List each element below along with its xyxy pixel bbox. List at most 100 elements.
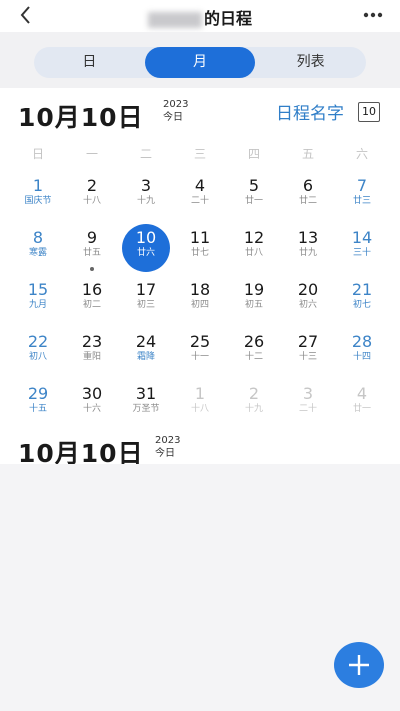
list-year: 2023 <box>155 435 181 446</box>
day-cell[interactable]: 13 廿九 <box>281 223 335 275</box>
day-cell[interactable]: 15 九月 <box>11 275 65 327</box>
day-number: 4 <box>356 384 368 403</box>
day-number: 17 <box>135 280 157 299</box>
lunar-label: 初七 <box>352 300 371 310</box>
day-cell[interactable]: 26 十二 <box>227 327 281 379</box>
day-cell[interactable]: 1 十八 <box>173 379 227 431</box>
day-cell[interactable]: 28 十四 <box>335 327 389 379</box>
tab-list[interactable]: 列表 <box>255 47 366 78</box>
day-cell[interactable]: 9 廿五 <box>65 223 119 275</box>
day-cell[interactable]: 8 寒露 <box>11 223 65 275</box>
day-cell[interactable]: 3 十九 <box>119 171 173 223</box>
weekday-label: 日 <box>31 147 44 161</box>
current-date: 10月10日 <box>18 103 144 132</box>
day-number: 6 <box>302 176 314 195</box>
day-cell[interactable]: 25 十一 <box>173 327 227 379</box>
list-today-label: 今日 <box>155 448 175 459</box>
lunar-label: 三十 <box>352 248 371 258</box>
day-cell[interactable]: 14 三十 <box>335 223 389 275</box>
day-cell[interactable]: 24 霜降 <box>119 327 173 379</box>
day-cell[interactable]: 11 廿七 <box>173 223 227 275</box>
tab-month[interactable]: 月 <box>144 47 256 78</box>
more-dots-icon <box>363 12 383 18</box>
day-cell[interactable]: 16 初二 <box>65 275 119 327</box>
day-cell[interactable]: 10 廿六 <box>119 223 173 275</box>
day-cell[interactable]: 2 十八 <box>65 171 119 223</box>
day-cell[interactable]: 7 廿三 <box>335 171 389 223</box>
lunar-label: 廿二 <box>298 196 317 206</box>
day-cell[interactable]: 20 初六 <box>281 275 335 327</box>
day-cell[interactable]: 2 十九 <box>227 379 281 431</box>
day-number: 24 <box>135 332 157 351</box>
day-number: 7 <box>356 176 368 195</box>
day-cell[interactable]: 3 二十 <box>281 379 335 431</box>
lunar-label: 霜降 <box>136 352 155 362</box>
day-cell[interactable]: 18 初四 <box>173 275 227 327</box>
day-cell[interactable]: 12 廿八 <box>227 223 281 275</box>
lunar-label: 廿三 <box>352 196 371 206</box>
day-cell[interactable]: 6 廿二 <box>281 171 335 223</box>
lunar-label: 初四 <box>190 300 209 310</box>
day-number: 31 <box>135 384 157 403</box>
day-number: 5 <box>248 176 260 195</box>
plus-icon <box>349 655 369 675</box>
current-year-block: 2023 今日 <box>163 98 188 124</box>
day-number: 29 <box>27 384 49 403</box>
lunar-label: 廿八 <box>244 248 263 258</box>
day-cell[interactable]: 22 初八 <box>11 327 65 379</box>
day-cell[interactable]: 4 廿一 <box>335 379 389 431</box>
day-number: 4 <box>194 176 206 195</box>
lunar-label: 十六 <box>82 404 101 414</box>
lunar-label: 二十 <box>298 404 317 414</box>
day-number: 10 <box>135 228 157 247</box>
day-cell[interactable]: 21 初七 <box>335 275 389 327</box>
lunar-label: 十九 <box>244 404 263 414</box>
day-cell[interactable]: 29 十五 <box>11 379 65 431</box>
weekday-label: 四 <box>247 147 260 161</box>
day-cell[interactable]: 30 十六 <box>65 379 119 431</box>
day-number: 9 <box>86 228 98 247</box>
lunar-label: 寒露 <box>28 248 47 258</box>
day-number: 27 <box>297 332 319 351</box>
day-number: 19 <box>243 280 265 299</box>
day-cell[interactable]: 4 二十 <box>173 171 227 223</box>
weekday-label: 六 <box>355 147 368 161</box>
redacted-name <box>147 11 202 28</box>
day-cell[interactable]: 31 万圣节 <box>119 379 173 431</box>
day-number: 12 <box>243 228 265 247</box>
weekday-label: 五 <box>301 147 314 161</box>
lunar-label: 万圣节 <box>132 404 160 414</box>
day-number: 3 <box>302 384 314 403</box>
tab-day[interactable]: 日 <box>34 47 145 78</box>
lunar-label: 十五 <box>28 404 47 414</box>
day-number: 23 <box>81 332 103 351</box>
today-label: 今日 <box>163 112 183 123</box>
lunar-label: 二十 <box>190 196 209 206</box>
more-button[interactable] <box>360 4 386 26</box>
day-number: 15 <box>27 280 49 299</box>
add-schedule-button[interactable] <box>334 642 384 688</box>
day-number: 21 <box>351 280 373 299</box>
day-cell[interactable]: 19 初五 <box>227 275 281 327</box>
day-number: 22 <box>27 332 49 351</box>
day-cell[interactable]: 23 重阳 <box>65 327 119 379</box>
lunar-label: 廿一 <box>244 196 263 206</box>
day-number: 30 <box>81 384 103 403</box>
day-cell[interactable]: 5 廿一 <box>227 171 281 223</box>
day-number: 1 <box>194 384 206 403</box>
schedule-count-badge[interactable]: 10 <box>358 102 380 122</box>
current-year: 2023 <box>163 99 189 110</box>
lunar-label: 国庆节 <box>24 196 52 206</box>
lunar-label: 十一 <box>190 352 209 362</box>
day-cell[interactable]: 1 国庆节 <box>11 171 65 223</box>
day-number: 2 <box>248 384 260 403</box>
day-number: 14 <box>351 228 373 247</box>
month-calendar: 10月10日 2023 今日 日程名字 10 日 一 二 三 四 五 六 1 国庆… <box>0 88 400 464</box>
lunar-label: 十八 <box>82 196 101 206</box>
day-cell[interactable]: 27 十三 <box>281 327 335 379</box>
lunar-label: 廿九 <box>298 248 317 258</box>
day-number: 28 <box>351 332 373 351</box>
day-cell[interactable]: 17 初三 <box>119 275 173 327</box>
schedule-name[interactable]: 日程名字 <box>276 99 344 124</box>
day-number: 26 <box>243 332 265 351</box>
